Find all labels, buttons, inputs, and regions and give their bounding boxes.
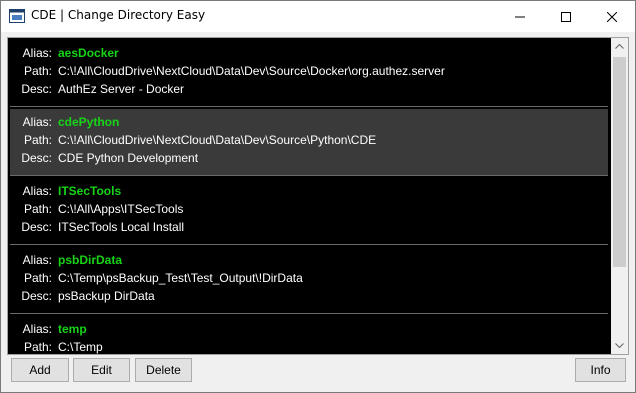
close-icon	[607, 11, 617, 22]
delete-button[interactable]: Delete	[135, 358, 192, 382]
edit-button[interactable]: Edit	[73, 358, 130, 382]
list-item-selected[interactable]: Alias: cdePython Path: C:\!All\CloudDrive\…	[10, 109, 608, 176]
desc-label: Desc:	[21, 220, 52, 234]
alias-label: Alias:	[22, 253, 52, 267]
alias-value: aesDocker	[58, 46, 119, 60]
minimize-icon	[515, 16, 525, 17]
close-button[interactable]	[589, 1, 635, 32]
path-value: C:\Temp	[58, 340, 103, 354]
desc-value: psBackup DirData	[58, 289, 155, 303]
path-label: Path:	[23, 202, 52, 216]
app-icon	[9, 9, 25, 23]
alias-label: Alias:	[22, 322, 52, 336]
desc-value: AuthEz Server - Docker	[58, 82, 185, 96]
path-label: Path:	[23, 340, 52, 354]
minimize-button[interactable]	[497, 1, 543, 32]
path-value: C:\!All\CloudDrive\NextCloud\Data\Dev\So…	[58, 133, 377, 147]
alias-value: ITSecTools	[58, 184, 122, 198]
path-label: Path:	[23, 133, 52, 147]
alias-value: cdePython	[58, 115, 120, 129]
alias-label: Alias:	[22, 46, 52, 60]
maximize-icon	[561, 11, 571, 22]
client-area: Alias: aesDocker Path: C:\!All\CloudDrive\…	[1, 32, 635, 392]
list-item[interactable]: Alias:temp Path:C:\Temp Desc:	[10, 316, 608, 354]
scroll-up-button[interactable]	[611, 38, 628, 55]
desc-value: CDE Python Development	[58, 151, 199, 165]
alias-value: temp	[58, 322, 87, 336]
chevron-down-icon	[615, 343, 624, 348]
alias-label: Alias:	[22, 115, 52, 129]
list-item[interactable]: Alias: psbDirData Path: C:\Temp\psBackup_T…	[10, 247, 608, 314]
add-button[interactable]: Add	[11, 358, 69, 382]
path-value: C:\Temp\psBackup_Test\Test_Output\!DirDa…	[58, 271, 303, 285]
vertical-scrollbar[interactable]	[611, 38, 628, 354]
path-value: C:\!All\CloudDrive\NextCloud\Data\Dev\So…	[58, 64, 445, 78]
path-label: Path:	[23, 271, 52, 285]
directory-list[interactable]: Alias: aesDocker Path: C:\!All\CloudDrive\…	[7, 37, 629, 355]
list-item[interactable]: Alias: ITSecTools Path: C:\!All\Apps\ITSec…	[10, 178, 608, 245]
desc-label: Desc:	[21, 289, 52, 303]
path-label: Path:	[23, 64, 52, 78]
app-window: CDE | Change Directory Easy Alias: aesDoc…	[0, 0, 636, 393]
scrollbar-thumb[interactable]	[613, 57, 626, 267]
chevron-up-icon	[615, 44, 624, 49]
maximize-button[interactable]	[543, 1, 589, 32]
directory-list-items: Alias: aesDocker Path: C:\!All\CloudDrive\…	[10, 40, 608, 354]
desc-label: Desc:	[21, 151, 52, 165]
info-button[interactable]: Info	[575, 358, 626, 382]
window-title: CDE | Change Directory Easy	[31, 8, 206, 22]
list-item[interactable]: Alias: aesDocker Path: C:\!All\CloudDrive\…	[10, 40, 608, 107]
desc-value: ITSecTools Local Install	[58, 220, 185, 234]
title-bar[interactable]: CDE | Change Directory Easy	[1, 1, 635, 32]
alias-value: psbDirData	[58, 253, 123, 267]
path-value: C:\!All\Apps\ITSecTools	[58, 202, 184, 216]
desc-label: Desc:	[21, 82, 52, 96]
alias-label: Alias:	[22, 184, 52, 198]
scroll-down-button[interactable]	[611, 337, 628, 354]
